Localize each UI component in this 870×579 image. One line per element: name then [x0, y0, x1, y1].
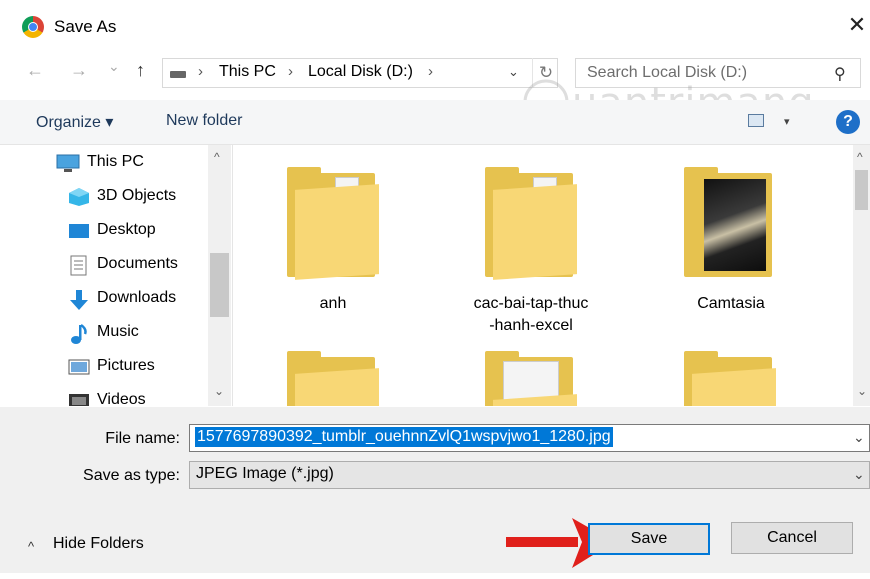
chrome-icon	[22, 16, 44, 38]
folder-icon[interactable]	[485, 167, 577, 280]
file-list-scroll-thumb[interactable]	[855, 170, 868, 210]
save-type-label: Save as type:	[83, 467, 180, 484]
window-title: Save As	[54, 17, 117, 36]
sidebar-item-desktop[interactable]: Desktop	[0, 215, 208, 247]
breadcrumb-local-disk[interactable]: Local Disk (D:)	[308, 63, 413, 81]
recent-locations-icon[interactable]: ⌄	[108, 58, 120, 75]
sidebar-item-label: Videos	[97, 391, 146, 406]
title-bar	[0, 0, 870, 52]
up-arrow-icon[interactable]: ↑	[136, 60, 145, 81]
sidebar-item-pictures[interactable]: Pictures	[0, 351, 208, 383]
sidebar-item-videos[interactable]: Videos	[0, 385, 208, 406]
help-icon[interactable]: ?	[836, 110, 860, 134]
scroll-down-icon[interactable]: ⌄	[857, 384, 867, 398]
3d-objects-icon	[68, 187, 90, 207]
chevron-up-icon[interactable]: ^	[28, 539, 34, 554]
file-name-label: File name:	[105, 430, 180, 447]
videos-icon	[68, 391, 90, 406]
navigation-pane: This PC 3D Objects Desktop Documents Dow…	[0, 145, 232, 406]
file-item-name[interactable]: Camtasia	[651, 293, 811, 315]
sidebar-item-documents[interactable]: Documents	[0, 249, 208, 281]
sidebar-item-label: Pictures	[97, 357, 155, 374]
sidebar-scroll-thumb[interactable]	[210, 253, 229, 317]
sidebar-item-this-pc[interactable]: This PC	[0, 147, 208, 179]
music-icon	[70, 323, 92, 344]
view-options-icon[interactable]	[748, 114, 764, 127]
sidebar-item-downloads[interactable]: Downloads	[0, 283, 208, 315]
breadcrumb-this-pc[interactable]: This PC	[219, 63, 276, 81]
scroll-down-icon[interactable]: ⌄	[214, 384, 224, 398]
sidebar-item-label: Downloads	[97, 289, 177, 306]
file-list: anh cac-bai-tap-thuc -hanh-excel Camtasi…	[233, 145, 853, 406]
breadcrumb-separator-icon[interactable]: ›	[288, 63, 293, 80]
sidebar-item-3d-objects[interactable]: 3D Objects	[0, 181, 208, 213]
breadcrumb-separator-icon[interactable]: ›	[428, 63, 433, 80]
cancel-button[interactable]: Cancel	[731, 522, 853, 554]
drive-icon	[170, 71, 186, 78]
breadcrumb-separator-icon[interactable]: ›	[198, 63, 203, 80]
scroll-up-icon[interactable]: ^	[857, 150, 863, 164]
organize-menu-button[interactable]: Organize ▾	[36, 112, 113, 132]
sidebar-item-label: Documents	[97, 255, 178, 272]
sidebar-item-music[interactable]: Music	[0, 317, 208, 349]
documents-icon	[70, 255, 92, 276]
file-item-name[interactable]: anh	[253, 293, 413, 315]
sidebar-item-label: Music	[97, 323, 139, 340]
address-dropdown-icon[interactable]: ⌄	[508, 64, 519, 80]
new-folder-button[interactable]: New folder	[166, 112, 242, 130]
folder-icon[interactable]	[287, 351, 379, 406]
pictures-icon	[68, 357, 90, 377]
downloads-icon	[68, 289, 90, 310]
folder-icon[interactable]	[287, 167, 379, 280]
file-item-name[interactable]: cac-bai-tap-thuc -hanh-excel	[451, 293, 611, 337]
hide-folders-button[interactable]: Hide Folders	[53, 535, 144, 553]
scroll-up-icon[interactable]: ^	[214, 150, 220, 164]
folder-icon[interactable]	[684, 351, 776, 406]
sidebar-item-label: This PC	[87, 153, 144, 170]
folder-icon[interactable]	[684, 167, 776, 277]
sidebar-item-label: 3D Objects	[97, 187, 177, 204]
save-type-value[interactable]: JPEG Image (*.jpg)	[196, 465, 334, 483]
save-button[interactable]: Save	[588, 523, 710, 555]
folder-icon[interactable]	[485, 351, 577, 406]
sidebar-item-label: Desktop	[97, 221, 156, 238]
command-bar	[0, 100, 870, 145]
pc-icon	[56, 153, 80, 173]
back-arrow-icon[interactable]: ←	[26, 60, 44, 81]
forward-arrow-icon[interactable]: →	[70, 60, 88, 81]
close-icon[interactable]: ✕	[844, 12, 870, 38]
view-dropdown-icon[interactable]: ▾	[784, 115, 790, 128]
save-type-dropdown-icon[interactable]: ⌄	[853, 466, 865, 483]
file-name-input[interactable]: 1577697890392_tumblr_ouehnnZvlQ1wspvjwo1…	[195, 427, 613, 447]
file-name-dropdown-icon[interactable]: ⌄	[853, 429, 865, 446]
desktop-icon	[68, 221, 90, 241]
